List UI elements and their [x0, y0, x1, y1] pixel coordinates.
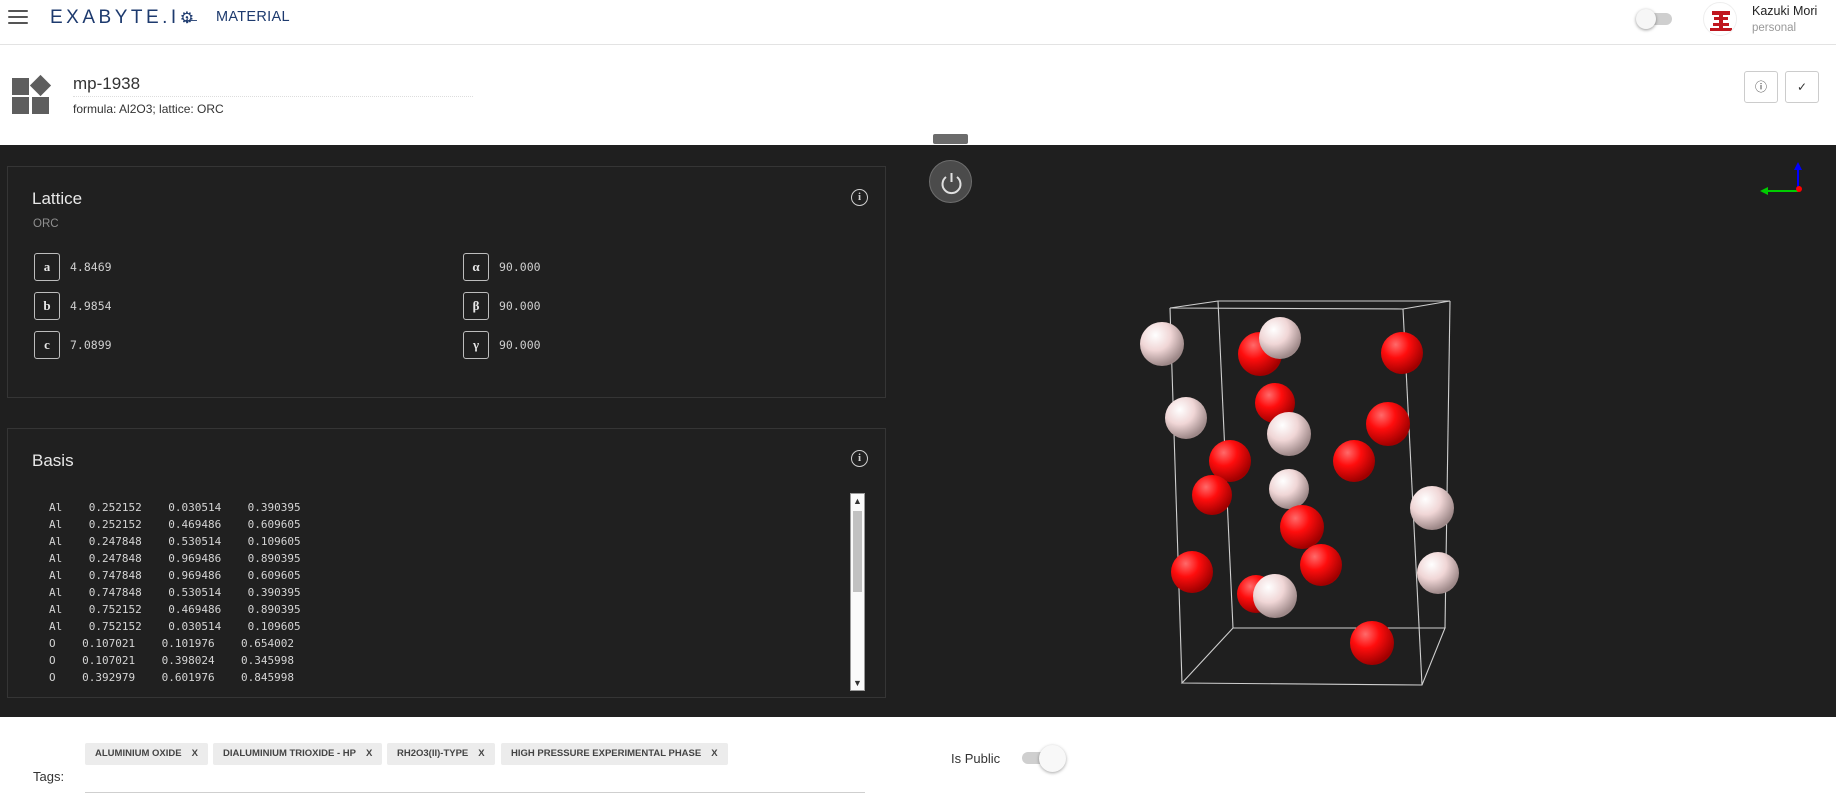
remove-tag-icon[interactable]: X: [711, 748, 717, 759]
remove-tag-icon[interactable]: X: [478, 748, 484, 759]
avatar[interactable]: [1703, 2, 1737, 36]
crystal-viewer-3d[interactable]: [1140, 205, 1520, 725]
basis-info-icon[interactable]: i: [851, 450, 868, 467]
power-icon: [941, 173, 962, 195]
user-account: personal: [1752, 22, 1797, 34]
aluminium-atom[interactable]: [1259, 317, 1301, 359]
oxygen-atom[interactable]: [1350, 621, 1394, 665]
basis-line: Al 0.252152 0.469486 0.609605: [49, 518, 301, 531]
basis-line: Al 0.747848 0.530514 0.390395: [49, 586, 301, 599]
info-button[interactable]: ⓘ: [1744, 71, 1778, 103]
material-icon: [12, 74, 52, 114]
aluminium-atom[interactable]: [1267, 412, 1311, 456]
exabyte-logo[interactable]: EXABYTE.I⚙: [50, 7, 194, 29]
lattice-panel: Lattice ORC i a 4.8469 b 4.9854 c 7.0899…: [7, 166, 886, 398]
material-name[interactable]: mp-1938: [73, 74, 473, 97]
theme-toggle[interactable]: [1636, 8, 1674, 29]
scroll-up-icon[interactable]: ▲: [851, 494, 864, 508]
scroll-down-icon[interactable]: ▼: [851, 676, 864, 690]
viewer-hint-label: [933, 134, 968, 144]
basis-line: O 0.392979 0.601976 0.845998: [49, 671, 295, 684]
basis-text: Al 0.252152 0.030514 0.390395 Al 0.252152…: [49, 499, 301, 686]
aluminium-atom[interactable]: [1165, 397, 1207, 439]
lattice-info-icon[interactable]: i: [851, 189, 868, 206]
basis-line: Al 0.752152 0.469486 0.890395: [49, 603, 301, 616]
back-arrow-icon[interactable]: ←: [181, 7, 201, 30]
lattice-type: ORC: [33, 218, 59, 230]
lattice-title: Lattice: [32, 189, 83, 208]
tags-input-underline[interactable]: [85, 792, 865, 793]
tag-chip[interactable]: DIALUMINIUM TRIOXIDE - HP X: [213, 743, 383, 765]
basis-line: Al 0.252152 0.030514 0.390395: [49, 501, 301, 514]
y-axis-arrow: [1760, 187, 1768, 195]
x-axis-dot: [1796, 186, 1802, 192]
oxygen-atom[interactable]: [1171, 551, 1213, 593]
save-check-button[interactable]: ✓: [1785, 71, 1819, 103]
scroll-thumb[interactable]: [853, 511, 862, 592]
material-subtitle: formula: Al2O3; lattice: ORC: [73, 102, 224, 116]
basis-title: Basis: [32, 451, 74, 470]
basis-line: Al 0.747848 0.969486 0.609605: [49, 569, 301, 582]
oxygen-atom[interactable]: [1366, 402, 1410, 446]
aluminium-atom[interactable]: [1417, 552, 1459, 594]
material-footer: Tags: ALUMINIUM OXIDE X DIALUMINIUM TRIOX…: [0, 717, 1836, 796]
basis-line: Al 0.247848 0.530514 0.109605: [49, 535, 301, 548]
top-app-bar: EXABYTE.I⚙ ← MATERIAL Kazuki Mori person…: [0, 0, 1836, 45]
aluminium-atom[interactable]: [1269, 469, 1309, 509]
remove-tag-icon[interactable]: X: [366, 748, 372, 759]
oxygen-atom[interactable]: [1192, 475, 1232, 515]
menu-icon[interactable]: [8, 10, 28, 24]
power-button[interactable]: [929, 160, 972, 203]
oxygen-atom[interactable]: [1381, 332, 1423, 374]
user-name[interactable]: Kazuki Mori: [1752, 4, 1817, 18]
basis-line: O 0.107021 0.398024 0.345998: [49, 654, 295, 667]
axes-gizmo: [1760, 162, 1802, 195]
atoms-group: [1140, 317, 1459, 665]
breadcrumb-material: MATERIAL: [216, 9, 290, 25]
basis-editor[interactable]: Al 0.252152 0.030514 0.390395 Al 0.252152…: [32, 489, 867, 692]
aluminium-atom[interactable]: [1410, 486, 1454, 530]
basis-line: Al 0.247848 0.969486 0.890395: [49, 552, 301, 565]
tag-chip[interactable]: RH2O3(II)-TYPE X: [387, 743, 495, 765]
basis-line: O 0.107021 0.101976 0.654002: [49, 637, 295, 650]
remove-tag-icon[interactable]: X: [192, 748, 198, 759]
oxygen-atom[interactable]: [1300, 544, 1342, 586]
oxygen-atom[interactable]: [1280, 505, 1324, 549]
logo-text: EXABYTE.I: [50, 7, 180, 28]
z-axis-arrow: [1794, 162, 1802, 170]
material-header: mp-1938 formula: Al2O3; lattice: ORC ⓘ ✓: [0, 46, 1836, 145]
material-designer: Lattice ORC i a 4.8469 b 4.9854 c 7.0899…: [0, 134, 1836, 717]
tag-chip[interactable]: HIGH PRESSURE EXPERIMENTAL PHASE X: [501, 743, 728, 765]
aluminium-atom[interactable]: [1140, 322, 1184, 366]
tag-chip[interactable]: ALUMINIUM OXIDE X: [85, 743, 208, 765]
basis-line: Al 0.752152 0.030514 0.109605: [49, 620, 301, 633]
is-public-toggle[interactable]: [1019, 745, 1067, 772]
tags-label: Tags:: [33, 769, 65, 784]
oxygen-atom[interactable]: [1333, 440, 1375, 482]
aluminium-atom[interactable]: [1253, 574, 1297, 618]
basis-panel: Basis i Al 0.252152 0.030514 0.390395 Al …: [7, 428, 886, 698]
basis-scrollbar[interactable]: ▲ ▼: [850, 493, 865, 691]
is-public-label: Is Public: [951, 751, 1001, 766]
